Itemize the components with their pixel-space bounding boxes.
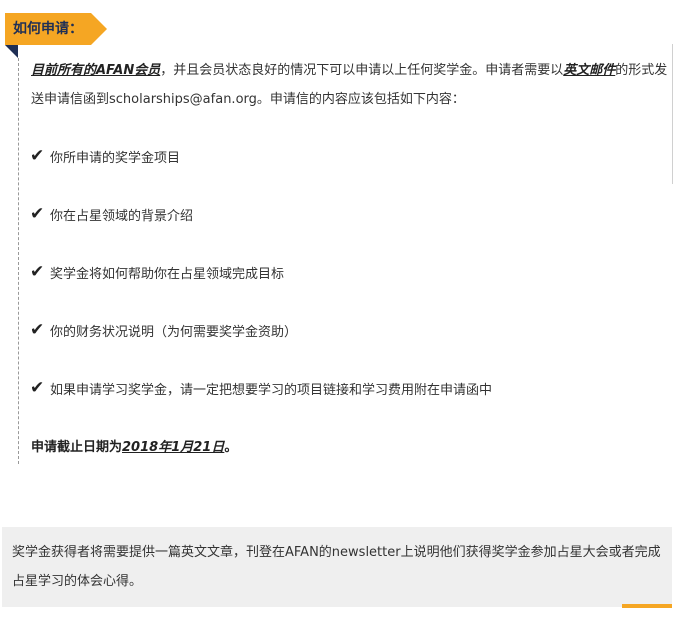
deadline-date: 2018年1月21日 xyxy=(122,440,225,455)
tag-fold-decoration xyxy=(5,45,18,58)
list-item: ✔ 你所申请的奖学金项目 xyxy=(30,146,180,166)
list-item-text: 你在占星领域的背景介绍 xyxy=(50,208,194,224)
check-icon: ✔ xyxy=(30,378,45,398)
list-item: ✔ 你在占星领域的背景介绍 xyxy=(30,204,193,224)
intro-emphasis-email: 英文邮件 xyxy=(563,63,616,78)
check-icon: ✔ xyxy=(30,146,45,166)
list-item: ✔ 你的财务状况说明（为何需要奖学金资助） xyxy=(30,320,297,340)
list-item: ✔ 奖学金将如何帮助你在占星领域完成目标 xyxy=(30,262,284,282)
list-item-text: 奖学金将如何帮助你在占星领域完成目标 xyxy=(50,266,285,282)
list-item: ✔ 如果申请学习奖学金，请一定把想要学习的项目链接和学习费用附在申请函中 xyxy=(30,378,492,398)
note-box: 奖学金获得者将需要提供一篇英文文章，刊登在AFAN的newsletter上说明他… xyxy=(2,527,672,607)
deadline-line: 申请截止日期为2018年1月21日。 xyxy=(31,436,237,455)
intro-paragraph: 目前所有的AFAN会员，并且会员状态良好的情况下可以申请以上任何奖学金。申请者需… xyxy=(31,56,673,114)
list-item-text: 你的财务状况说明（为何需要奖学金资助） xyxy=(50,324,298,340)
section-tag: 如何申请： xyxy=(5,13,107,45)
deadline-label: 申请截止日期为 xyxy=(31,440,123,455)
list-item-text: 如果申请学习奖学金，请一定把想要学习的项目链接和学习费用附在申请函中 xyxy=(50,382,493,398)
check-icon: ✔ xyxy=(30,262,45,282)
accent-bar xyxy=(622,604,672,608)
intro-emphasis-members: 目前所有的AFAN会员 xyxy=(31,63,161,78)
check-icon: ✔ xyxy=(30,320,45,340)
intro-text-1: ，并且会员状态良好的情况下可以申请以上任何奖学金。申请者需要以 xyxy=(160,63,564,78)
deadline-end: 。 xyxy=(224,440,238,455)
note-text: 奖学金获得者将需要提供一篇英文文章，刊登在AFAN的newsletter上说明他… xyxy=(12,545,661,589)
check-icon: ✔ xyxy=(30,204,45,224)
dashed-divider xyxy=(18,58,19,464)
list-item-text: 你所申请的奖学金项目 xyxy=(50,150,181,166)
